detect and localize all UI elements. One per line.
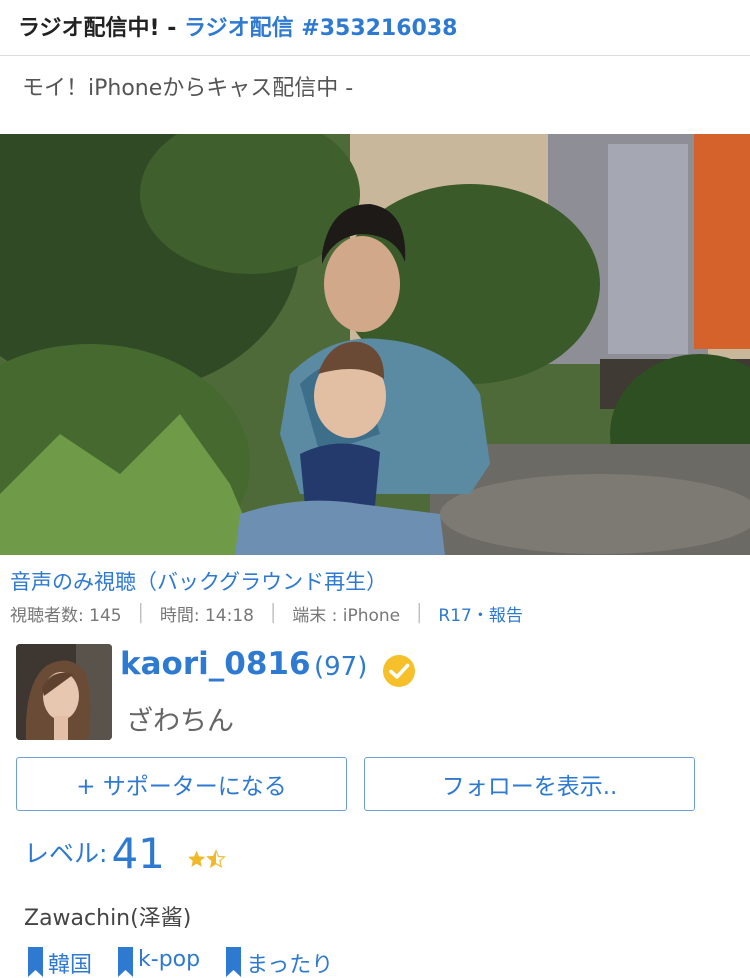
tag-label: まったり <box>246 953 334 978</box>
profile-bio: Zawachin(泽酱) <box>24 906 192 931</box>
broadcaster-username[interactable]: kaori_0816 <box>120 646 311 682</box>
avatar-image <box>16 644 112 740</box>
bookmark-icon <box>28 947 43 977</box>
report-link[interactable]: R17・報告 <box>438 601 522 626</box>
level-value: 41 <box>111 829 165 878</box>
broadcast-stats: 視聴者数: 145 │ 時間: 14:18 │ 端末 : iPhone │ R1… <box>10 601 523 627</box>
level-label: レベル: <box>24 839 108 868</box>
viewer-count: 視聴者数: 145 <box>10 606 122 626</box>
audio-only-listen-link[interactable]: 音声のみ視聴（バックグラウンド再生） <box>10 566 387 596</box>
tag-item[interactable]: まったり <box>226 947 333 978</box>
bookmark-icon <box>118 947 134 977</box>
stats-divider: │ <box>267 603 279 624</box>
stats-divider: │ <box>414 603 425 624</box>
tag-label: k-pop <box>138 947 201 972</box>
header-broadcast-link[interactable]: ラジオ配信 #353216038 <box>184 16 457 41</box>
broadcaster-count: (97) <box>314 652 368 682</box>
bookmark-icon <box>226 947 242 977</box>
broadcast-device: 端末 : iPhone <box>292 606 401 626</box>
show-follow-button[interactable]: フォローを表示.. <box>364 757 695 811</box>
avatar[interactable] <box>16 644 112 740</box>
tag-item[interactable]: 韓国 <box>28 947 92 978</box>
broadcast-thumbnail[interactable] <box>0 134 750 555</box>
level-stars-icon <box>187 850 226 868</box>
broadcaster-display-name: ざわちん <box>126 706 234 737</box>
verified-badge-icon <box>383 655 415 687</box>
broadcaster-profile: kaori_0816 (97) ざわちん <box>16 644 736 740</box>
level-display: レベル: 41 <box>24 826 235 876</box>
header-status-text: ラジオ配信中! - <box>18 16 185 41</box>
tag-item[interactable]: k-pop <box>118 947 200 978</box>
broadcast-time: 時間: 14:18 <box>159 606 254 626</box>
tag-label: 韓国 <box>48 953 93 978</box>
stats-divider: │ <box>135 603 146 624</box>
page-header: ラジオ配信中! - ラジオ配信 #353216038 <box>0 0 750 56</box>
become-supporter-button[interactable]: + サポーターになる <box>16 757 347 811</box>
broadcast-image <box>0 134 750 555</box>
profile-tags: 韓国 k-pop まったり <box>28 947 359 978</box>
broadcast-subtitle: モイ！iPhoneからキャス配信中 - <box>22 76 354 101</box>
